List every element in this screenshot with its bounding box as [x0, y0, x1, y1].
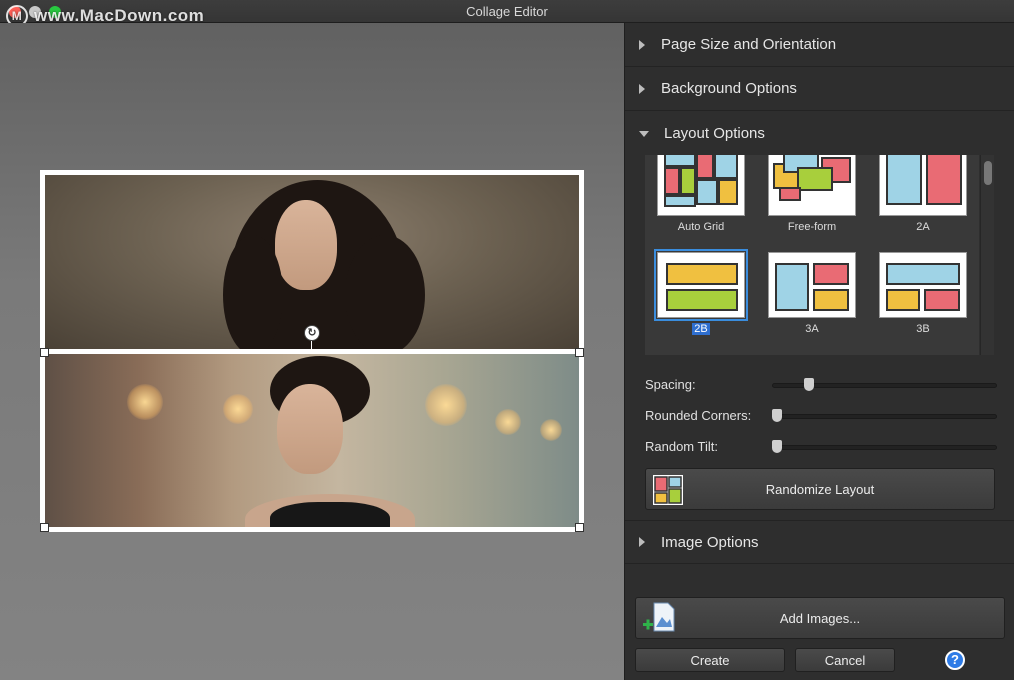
layout-caption: 3B	[916, 323, 930, 335]
disclosure-right-icon	[639, 537, 645, 547]
window-title: Collage Editor	[466, 4, 548, 19]
photo-face-shape	[275, 200, 337, 290]
section-title: Background Options	[661, 80, 797, 97]
rounded-corners-slider-knob[interactable]	[772, 409, 782, 422]
create-button[interactable]: Create	[635, 648, 785, 672]
layout-thumb	[657, 155, 745, 216]
layout-thumb	[654, 249, 748, 321]
rounded-corners-slider[interactable]	[772, 414, 997, 419]
collage-photo-top[interactable]	[45, 175, 579, 349]
layout-scrollbar[interactable]	[980, 155, 994, 355]
layout-caption: 2B	[657, 323, 745, 337]
rounded-corners-label: Rounded Corners:	[645, 408, 752, 423]
photo-hair-left-shape	[223, 235, 283, 349]
section-title: Layout Options	[664, 124, 765, 142]
spacing-label: Spacing:	[645, 377, 696, 392]
add-images-button[interactable]: Add Images...	[635, 597, 1005, 639]
section-title: Page Size and Orientation	[661, 36, 837, 53]
layout-caption: 2A	[916, 221, 930, 233]
section-title: Image Options	[661, 533, 759, 551]
spacing-slider-knob[interactable]	[804, 378, 815, 391]
layout-thumb	[879, 155, 967, 216]
layout-caption-text: 2B	[692, 323, 710, 335]
random-tilt-slider[interactable]	[772, 445, 997, 450]
layout-thumb	[768, 252, 856, 318]
rotate-handle-icon[interactable]: ↻	[304, 325, 320, 341]
randomize-layout-button[interactable]: Randomize Layout	[645, 468, 995, 510]
disclosure-right-icon	[639, 39, 645, 50]
add-images-icon	[643, 602, 675, 632]
layout-thumb	[879, 252, 967, 318]
layout-3a[interactable]: 3A	[768, 252, 856, 337]
collage-canvas[interactable]: ↻	[0, 23, 624, 680]
resize-handle-top-left[interactable]	[40, 348, 49, 357]
selection-frame[interactable]	[44, 352, 580, 528]
cancel-button[interactable]: Cancel	[795, 648, 895, 672]
random-tilt-row: Random Tilt:	[645, 437, 997, 457]
resize-handle-bottom-right[interactable]	[575, 523, 584, 532]
layout-2a[interactable]: 2A	[879, 155, 967, 235]
random-tilt-slider-knob[interactable]	[772, 440, 782, 453]
title-bar: M www.MacDown.com Collage Editor	[0, 0, 1014, 27]
layout-auto-grid[interactable]: Auto Grid	[657, 155, 745, 235]
layout-3b[interactable]: 3B	[879, 252, 967, 337]
options-sidebar: Page Size and Orientation Background Opt…	[624, 23, 1014, 680]
section-page-size[interactable]: Page Size and Orientation	[625, 23, 1014, 67]
resize-handle-bottom-left[interactable]	[40, 523, 49, 532]
rotate-handle-stem	[311, 341, 312, 352]
disclosure-down-icon	[639, 131, 649, 137]
rounded-corners-row: Rounded Corners:	[645, 406, 997, 426]
help-icon[interactable]: ?	[945, 650, 965, 670]
layout-caption: Auto Grid	[677, 221, 725, 233]
layout-caption: 3A	[805, 323, 819, 335]
photo-hair-right-shape	[345, 235, 425, 349]
random-tilt-label: Random Tilt:	[645, 439, 718, 454]
layout-grid: Auto Grid Free-form 2A 2B 3A 3B	[645, 155, 979, 355]
layout-scrollbar-thumb[interactable]	[984, 161, 992, 185]
section-background[interactable]: Background Options	[625, 67, 1014, 111]
randomize-layout-icon	[653, 475, 683, 505]
section-image[interactable]: Image Options	[625, 520, 1014, 564]
disclosure-right-icon	[639, 83, 645, 94]
layout-thumb	[768, 155, 856, 216]
add-images-label: Add Images...	[779, 610, 861, 626]
layout-free-form[interactable]: Free-form	[768, 155, 856, 235]
resize-handle-top-right[interactable]	[575, 348, 584, 357]
layout-2b[interactable]: 2B	[654, 249, 748, 337]
section-layout[interactable]: Layout Options	[625, 111, 1014, 155]
randomize-layout-label: Randomize Layout	[765, 481, 875, 497]
spacing-row: Spacing:	[645, 375, 997, 395]
layout-caption: Free-form	[787, 221, 837, 233]
